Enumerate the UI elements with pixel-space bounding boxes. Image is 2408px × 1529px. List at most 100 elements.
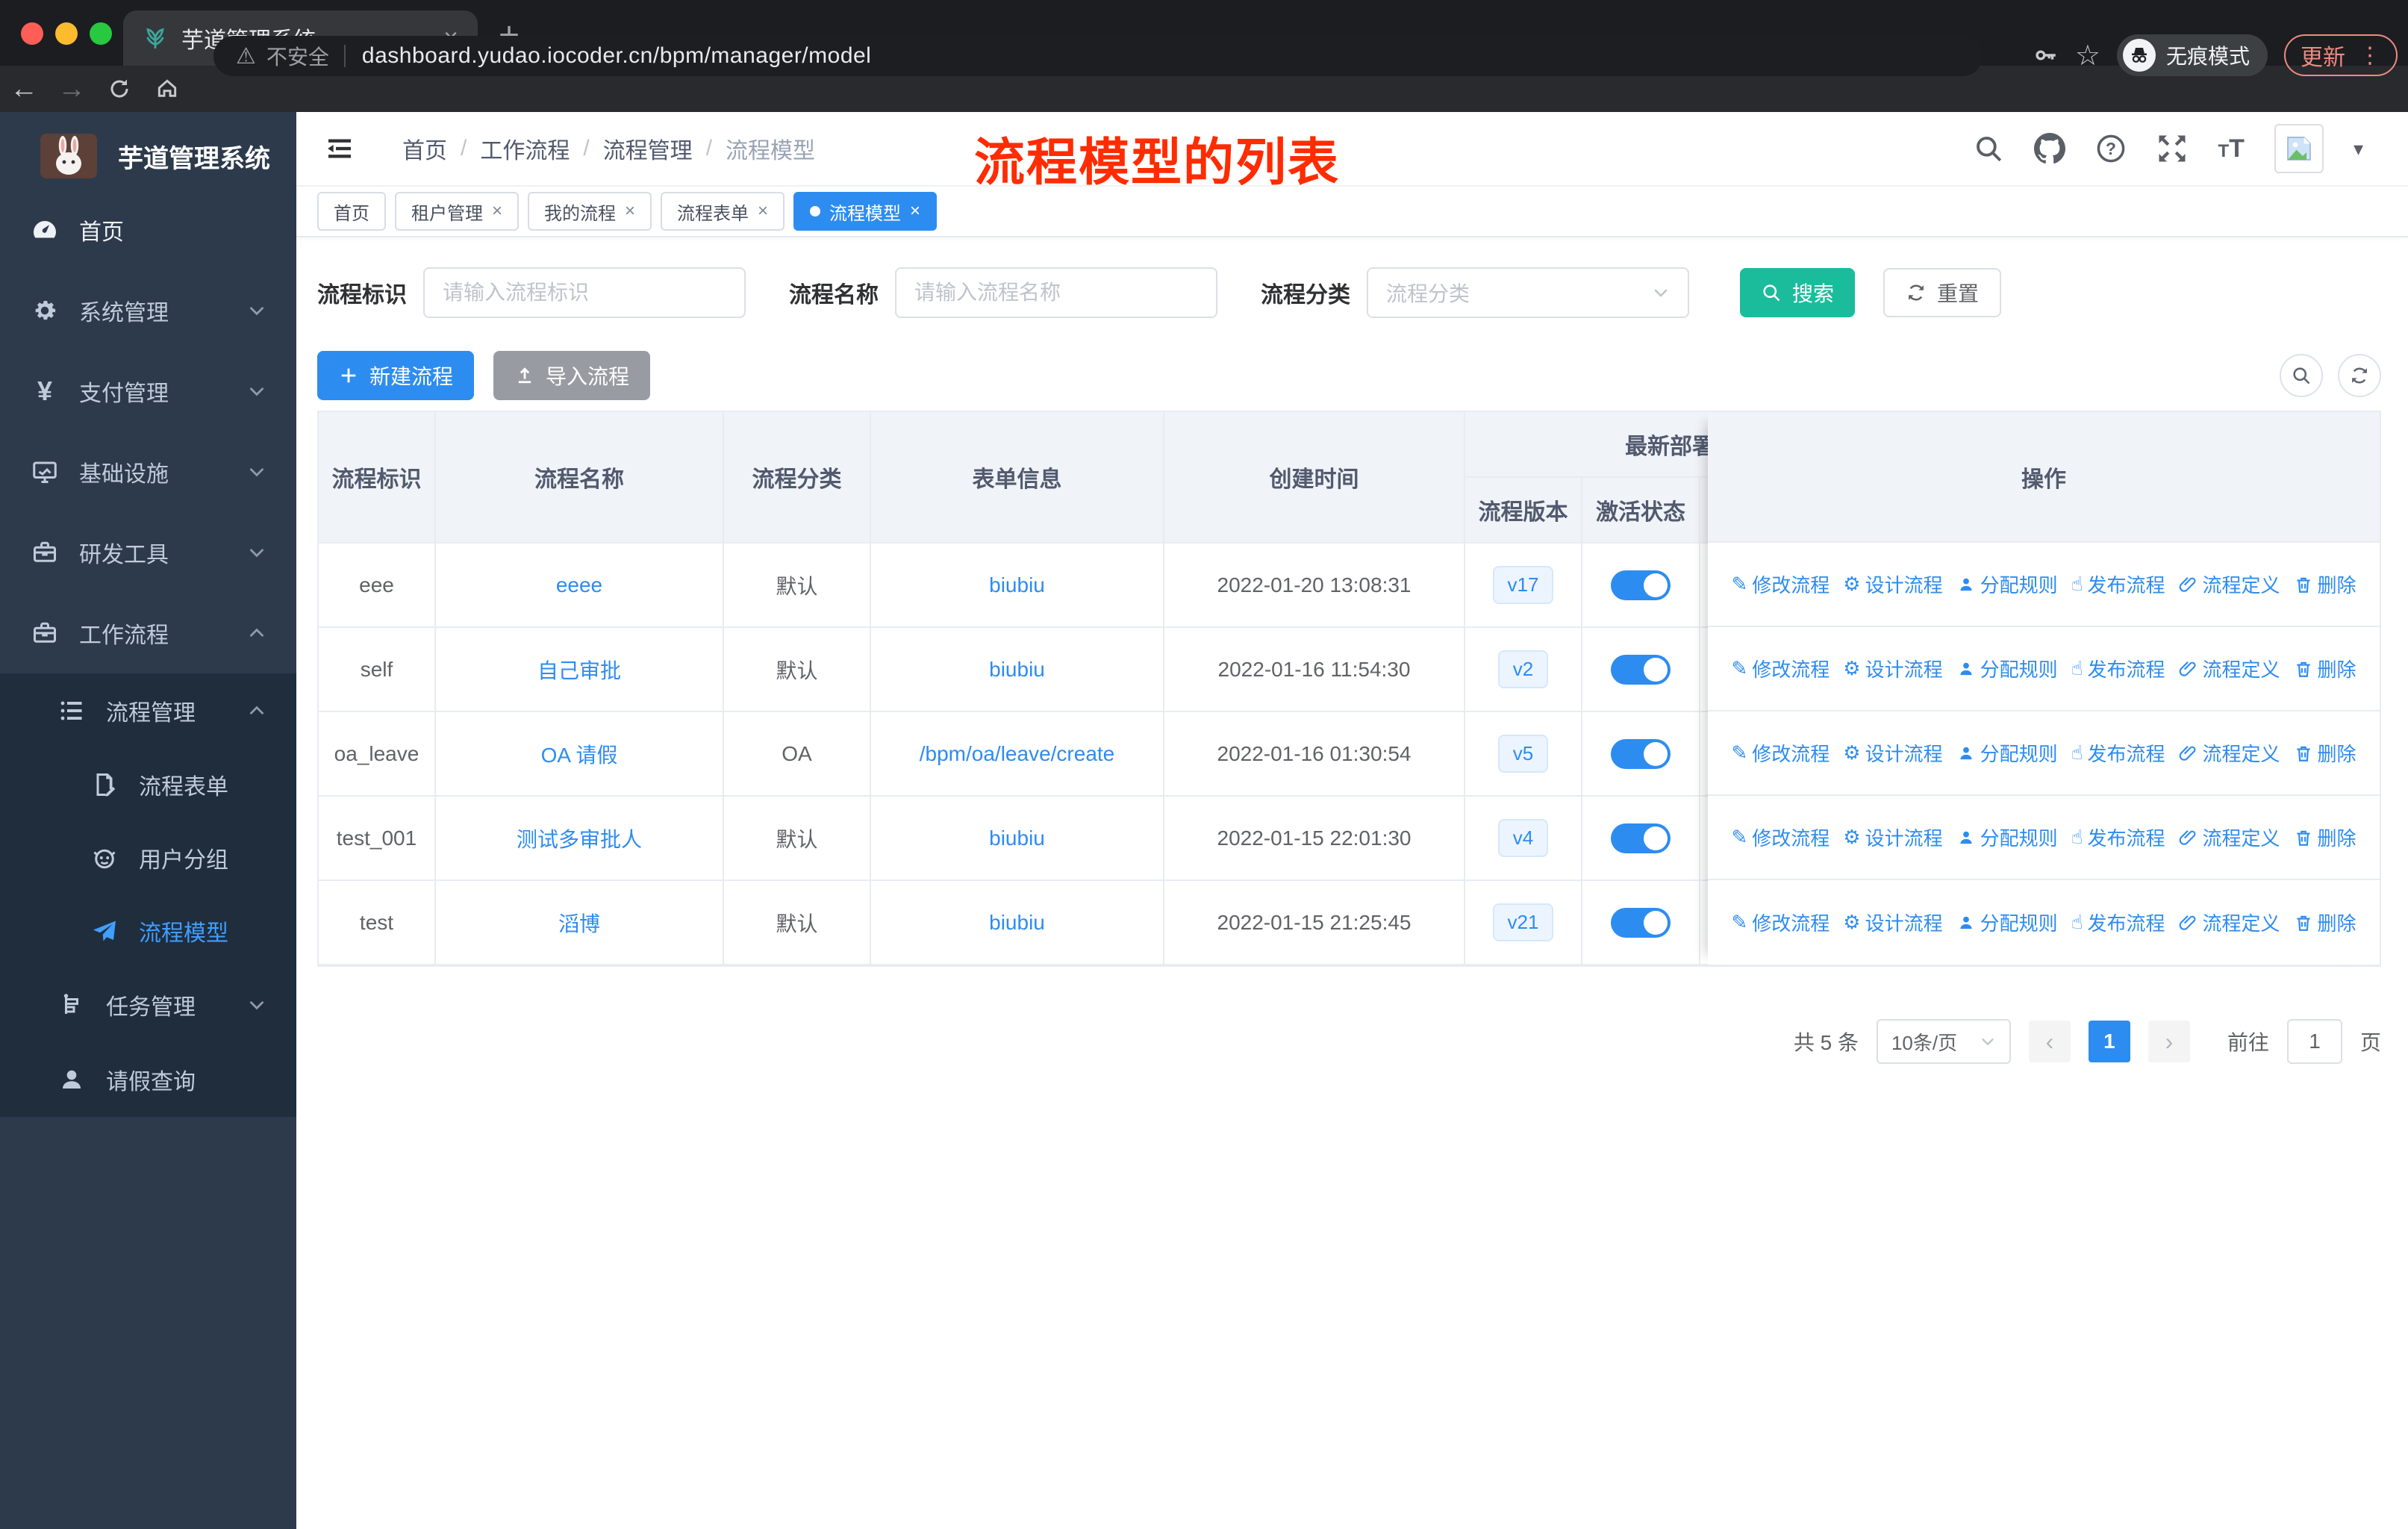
breadcrumb-workflow[interactable]: 工作流程 <box>480 132 570 165</box>
avatar[interactable] <box>2274 124 2324 173</box>
process-name-link[interactable]: 测试多审批人 <box>517 828 642 851</box>
tag-home[interactable]: 首页 <box>317 192 386 231</box>
delete-link[interactable]: 删除 <box>2294 570 2356 598</box>
process-category-select[interactable]: 流程分类 <box>1367 267 1689 318</box>
design-process-link[interactable]: ⚙ 设计流程 <box>1843 570 1942 598</box>
deploy-process-link[interactable]: ☝ 发布流程 <box>2071 739 2165 767</box>
edit-process-link[interactable]: ✎ 修改流程 <box>1731 909 1830 936</box>
design-process-link[interactable]: ⚙ 设计流程 <box>1843 739 1942 767</box>
reload-button[interactable] <box>96 75 143 103</box>
close-icon[interactable]: × <box>625 201 635 222</box>
form-link[interactable]: biubiu <box>989 658 1045 681</box>
close-window-button[interactable] <box>21 22 43 45</box>
process-name-link[interactable]: OA 请假 <box>541 744 618 767</box>
deploy-process-link[interactable]: ☝ 发布流程 <box>2071 823 2165 851</box>
design-process-link[interactable]: ⚙ 设计流程 <box>1843 909 1942 936</box>
close-icon[interactable]: × <box>758 201 768 222</box>
assign-rule-link[interactable]: 分配规则 <box>1956 655 2058 682</box>
fullscreen-icon[interactable] <box>2156 133 2188 164</box>
sidebar-fold-icon[interactable] <box>325 134 355 164</box>
current-page-button[interactable]: 1 <box>2088 1021 2130 1062</box>
version-badge[interactable]: v4 <box>1497 819 1549 857</box>
create-process-button[interactable]: 新建流程 <box>317 351 475 400</box>
sidebar-item-process-form[interactable]: 流程表单 <box>0 748 296 821</box>
form-link[interactable]: /bpm/oa/leave/create <box>920 742 1115 765</box>
process-definition-link[interactable]: 流程定义 <box>2178 909 2280 936</box>
sidebar-item-home[interactable]: 首页 <box>0 190 296 270</box>
assign-rule-link[interactable]: 分配规则 <box>1956 570 2058 598</box>
next-page-button[interactable]: › <box>2147 1021 2190 1062</box>
home-button[interactable] <box>143 74 191 104</box>
process-name-input[interactable] <box>895 267 1217 318</box>
update-label[interactable]: 更新 <box>2301 39 2345 72</box>
active-toggle[interactable] <box>1611 823 1671 853</box>
breadcrumb-home[interactable]: 首页 <box>402 132 447 165</box>
active-toggle[interactable] <box>1611 570 1671 600</box>
delete-link[interactable]: 删除 <box>2294 909 2356 936</box>
sidebar-item-infra[interactable]: 基础设施 <box>0 432 296 512</box>
sidebar-item-workflow[interactable]: 工作流程 <box>0 593 296 673</box>
assign-rule-link[interactable]: 分配规则 <box>1956 739 2058 767</box>
sidebar-item-task-mgmt[interactable]: 任务管理 <box>0 968 296 1042</box>
version-badge[interactable]: v17 <box>1492 566 1554 604</box>
process-definition-link[interactable]: 流程定义 <box>2178 739 2280 767</box>
url-text[interactable]: dashboard.yudao.iocoder.cn/bpm/manager/m… <box>362 43 871 69</box>
assign-rule-link[interactable]: 分配规则 <box>1956 823 2058 851</box>
security-label[interactable]: 不安全 <box>266 41 329 71</box>
bookmark-star-icon[interactable]: ☆ <box>2075 39 2100 72</box>
delete-link[interactable]: 删除 <box>2294 823 2356 851</box>
tag-process-form[interactable]: 流程表单 × <box>661 192 785 231</box>
reset-button[interactable]: 重置 <box>1883 268 2002 317</box>
update-chip[interactable]: 更新 ⋮ <box>2284 34 2398 76</box>
edit-process-link[interactable]: ✎ 修改流程 <box>1731 570 1830 598</box>
deploy-process-link[interactable]: ☝ 发布流程 <box>2071 655 2165 682</box>
deploy-process-link[interactable]: ☝ 发布流程 <box>2071 570 2165 598</box>
sidebar-item-user-group[interactable]: 用户分组 <box>0 821 296 894</box>
import-process-button[interactable]: 导入流程 <box>493 351 651 400</box>
design-process-link[interactable]: ⚙ 设计流程 <box>1843 655 1942 682</box>
tag-my-process[interactable]: 我的流程 × <box>528 192 652 231</box>
back-button[interactable]: ← <box>0 73 48 105</box>
show-search-toggle-button[interactable] <box>2280 354 2323 397</box>
delete-link[interactable]: 删除 <box>2294 739 2356 767</box>
version-badge[interactable]: v21 <box>1492 903 1554 941</box>
active-toggle[interactable] <box>1611 654 1671 685</box>
close-icon[interactable]: × <box>492 201 502 222</box>
font-size-icon[interactable]: TT <box>2218 134 2244 164</box>
sidebar-item-leave-query[interactable]: 请假查询 <box>0 1042 296 1117</box>
forward-button[interactable]: → <box>48 73 96 105</box>
sidebar-item-process-mgmt[interactable]: 流程管理 <box>0 673 296 748</box>
search-icon[interactable] <box>1973 133 2004 164</box>
tag-process-model-active[interactable]: 流程模型 × <box>793 192 938 231</box>
delete-link[interactable]: 删除 <box>2294 655 2356 682</box>
search-button[interactable]: 搜索 <box>1740 268 1856 317</box>
process-definition-link[interactable]: 流程定义 <box>2178 570 2280 598</box>
version-badge[interactable]: v2 <box>1497 650 1549 688</box>
window-controls[interactable] <box>21 22 112 45</box>
goto-page-input[interactable] <box>2286 1019 2342 1064</box>
process-name-link[interactable]: 滔博 <box>558 912 600 935</box>
edit-process-link[interactable]: ✎ 修改流程 <box>1731 655 1830 682</box>
prev-page-button[interactable]: ‹ <box>2028 1021 2071 1062</box>
sidebar-item-system[interactable]: 系统管理 <box>0 270 296 351</box>
password-key-icon[interactable] <box>2033 43 2059 68</box>
help-icon[interactable] <box>2095 133 2127 164</box>
address-bar[interactable]: ⚠ 不安全 dashboard.yudao.iocoder.cn/bpm/man… <box>213 36 1983 76</box>
process-name-link[interactable]: eeee <box>556 573 602 597</box>
form-link[interactable]: biubiu <box>989 911 1045 934</box>
version-badge[interactable]: v5 <box>1497 735 1549 773</box>
process-definition-link[interactable]: 流程定义 <box>2178 823 2280 851</box>
form-link[interactable]: biubiu <box>989 573 1045 597</box>
edit-process-link[interactable]: ✎ 修改流程 <box>1731 823 1830 851</box>
avatar-caret-icon[interactable]: ▾ <box>2354 137 2363 161</box>
deploy-process-link[interactable]: ☝ 发布流程 <box>2071 909 2165 936</box>
page-size-select[interactable]: 10条/页 <box>1876 1019 2011 1064</box>
form-link[interactable]: biubiu <box>989 826 1045 850</box>
github-icon[interactable] <box>2034 133 2065 164</box>
sidebar-item-devtools[interactable]: 研发工具 <box>0 512 296 593</box>
sidebar-item-payment[interactable]: ¥ 支付管理 <box>0 351 296 432</box>
active-toggle[interactable] <box>1611 738 1671 769</box>
close-icon[interactable]: × <box>910 201 920 222</box>
refresh-table-button[interactable] <box>2338 354 2381 397</box>
breadcrumb-process-mgmt[interactable]: 流程管理 <box>603 132 693 165</box>
